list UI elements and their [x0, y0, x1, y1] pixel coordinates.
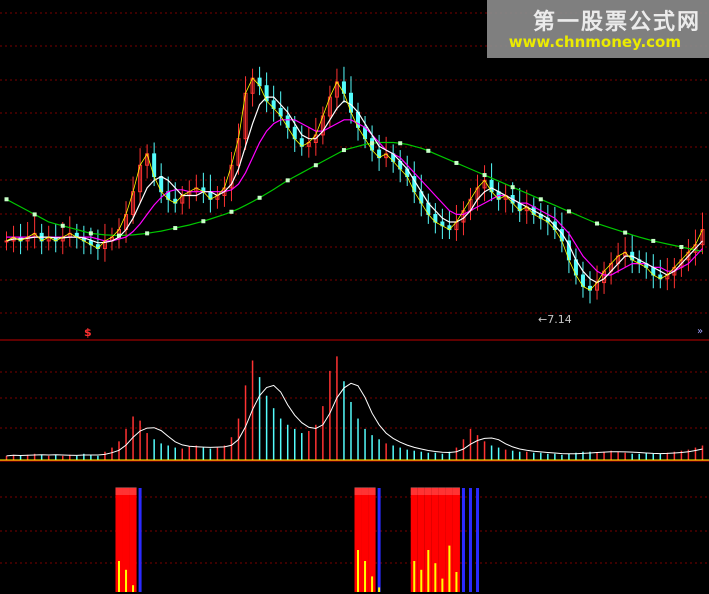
signal-blue-bar — [468, 488, 472, 592]
ma-long-marker — [4, 197, 9, 202]
signal-red-bar — [438, 488, 446, 592]
signal-yellow-bar — [378, 587, 381, 592]
signal-yellow-bar — [371, 576, 374, 592]
signal-yellow-bar — [117, 561, 120, 592]
low-price-annotation: ←7.14 — [538, 313, 572, 326]
ma-long-marker — [510, 185, 515, 190]
chart-stage: ←7.14 $ » 第一股票公式网 www.chnmoney.com — [0, 0, 709, 594]
stock-chart — [0, 12, 709, 592]
watermark-logo: 第一股票公式网 www.chnmoney.com — [487, 0, 709, 58]
signal-yellow-bar — [413, 561, 416, 592]
ma-long-marker — [595, 221, 600, 226]
ma-long-marker — [623, 230, 628, 235]
ma-long-marker — [566, 209, 571, 214]
ma-long-marker — [454, 160, 459, 165]
ma-long-marker — [482, 173, 487, 178]
signal-yellow-bar — [448, 545, 451, 592]
signal-yellow-bar — [420, 569, 423, 592]
ma-long-marker — [88, 231, 93, 236]
ma-long-marker — [313, 163, 318, 168]
ma-long-marker — [257, 195, 262, 200]
ma-long-marker — [538, 197, 543, 202]
ma-long-marker — [173, 226, 178, 231]
signal-yellow-bar — [434, 563, 437, 592]
ma-long-marker — [651, 238, 656, 243]
volume-ma-line — [6, 382, 703, 457]
ma-mid-line — [6, 119, 703, 276]
signal-blue-bar — [138, 488, 142, 592]
signal-yellow-bar — [364, 561, 367, 592]
close-line — [6, 77, 703, 291]
signal-red-bar — [129, 488, 137, 592]
signal-marker: $ — [84, 326, 92, 339]
ma-long-marker — [370, 141, 375, 146]
ma-short-line — [6, 96, 703, 284]
ma-long-marker — [285, 178, 290, 183]
ma-long-marker — [426, 148, 431, 153]
ma-long-marker — [145, 231, 150, 236]
signal-blue-bar — [476, 488, 480, 592]
signal-yellow-bar — [441, 578, 444, 592]
signal-yellow-bar — [357, 550, 360, 592]
ma-long-line — [6, 141, 703, 253]
ma-long-marker — [201, 219, 206, 224]
watermark-title: 第一股票公式网 — [532, 10, 701, 35]
signal-yellow-bar — [125, 569, 128, 592]
scroll-right-marker[interactable]: » — [697, 326, 703, 337]
ma-long-marker — [32, 212, 37, 217]
ma-long-marker — [679, 244, 684, 249]
signal-yellow-bar — [455, 572, 458, 592]
signal-yellow-bar — [132, 585, 135, 592]
ma-long-marker — [229, 209, 234, 214]
signal-yellow-bar — [427, 550, 430, 592]
ma-long-marker — [60, 223, 65, 228]
ma-long-marker — [116, 233, 121, 238]
signal-blue-bar — [377, 488, 381, 592]
ma-long-marker — [398, 141, 403, 146]
signal-blue-bar — [461, 488, 465, 592]
ma-long-marker — [341, 148, 346, 153]
watermark-url: www.chnmoney.com — [508, 33, 681, 51]
